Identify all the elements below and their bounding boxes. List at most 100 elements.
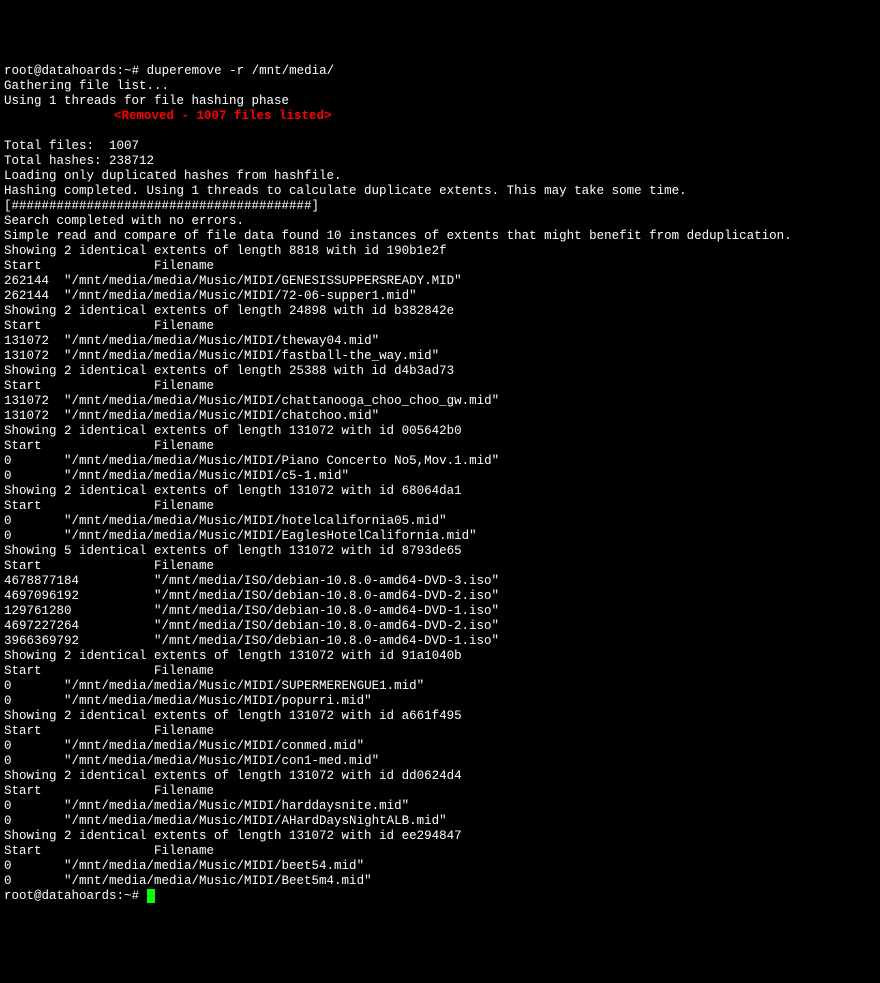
filename: "/mnt/media/ISO/debian-10.8.0-amd64-DVD-… <box>154 574 499 589</box>
col-start: Start <box>4 439 154 454</box>
extent-row: 0 "/mnt/media/media/Music/MIDI/SUPERMERE… <box>4 679 876 694</box>
removed-annotation: <Removed - 1007 files listed> <box>4 109 332 123</box>
filename: "/mnt/media/media/Music/MIDI/GENESISSUPP… <box>64 274 462 288</box>
filename: "/mnt/media/media/Music/MIDI/AHardDaysNi… <box>64 814 447 828</box>
filename: "/mnt/media/media/Music/MIDI/fastball-th… <box>64 349 439 363</box>
start-offset: 4678877184 <box>4 574 154 589</box>
extent-groups: Showing 2 identical extents of length 88… <box>4 244 876 889</box>
terminal-window[interactable]: root@datahoards:~# duperemove -r /mnt/me… <box>4 64 876 904</box>
extent-table-header: StartFilename <box>4 784 876 799</box>
extent-row: 4678877184"/mnt/media/ISO/debian-10.8.0-… <box>4 574 876 589</box>
filename: "/mnt/media/media/Music/MIDI/72-06-suppe… <box>64 289 417 303</box>
prompt-path: ~ <box>124 64 132 78</box>
extent-table-header: StartFilename <box>4 379 876 394</box>
extent-row: 4697096192"/mnt/media/ISO/debian-10.8.0-… <box>4 589 876 604</box>
start-offset: 0 <box>4 859 64 873</box>
filename: "/mnt/media/media/Music/MIDI/conmed.mid" <box>64 739 364 753</box>
filename: "/mnt/media/media/Music/MIDI/c5-1.mid" <box>64 469 349 483</box>
extent-row: 0 "/mnt/media/media/Music/MIDI/EaglesHot… <box>4 529 876 544</box>
col-filename: Filename <box>154 499 214 514</box>
extent-row: 0 "/mnt/media/media/Music/MIDI/Beet5m4.m… <box>4 874 876 889</box>
extent-group-header: Showing 2 identical extents of length 88… <box>4 244 447 258</box>
start-offset: 0 <box>4 454 64 468</box>
output-line: Hashing completed. Using 1 threads to ca… <box>4 184 687 198</box>
filename: "/mnt/media/media/Music/MIDI/hotelcalifo… <box>64 514 447 528</box>
prompt-line-final[interactable]: root@datahoards:~# <box>4 889 155 903</box>
filename: "/mnt/media/media/Music/MIDI/SUPERMERENG… <box>64 679 424 693</box>
extent-row: 4697227264"/mnt/media/ISO/debian-10.8.0-… <box>4 619 876 634</box>
filename: "/mnt/media/ISO/debian-10.8.0-amd64-DVD-… <box>154 604 499 619</box>
extent-table-header: StartFilename <box>4 664 876 679</box>
col-filename: Filename <box>154 664 214 679</box>
prompt-line: root@datahoards:~# duperemove -r /mnt/me… <box>4 64 334 78</box>
col-start: Start <box>4 259 154 274</box>
extent-row: 0 "/mnt/media/media/Music/MIDI/popurri.m… <box>4 694 876 709</box>
col-start: Start <box>4 559 154 574</box>
filename: "/mnt/media/ISO/debian-10.8.0-amd64-DVD-… <box>154 619 499 634</box>
extent-table-header: StartFilename <box>4 439 876 454</box>
filename: "/mnt/media/media/Music/MIDI/Beet5m4.mid… <box>64 874 372 888</box>
filename: "/mnt/media/media/Music/MIDI/chatchoo.mi… <box>64 409 379 423</box>
start-offset: 0 <box>4 514 64 528</box>
extent-row: 0 "/mnt/media/media/Music/MIDI/Piano Con… <box>4 454 876 469</box>
extent-row: 0 "/mnt/media/media/Music/MIDI/hotelcali… <box>4 514 876 529</box>
progress-bar: [#######################################… <box>4 199 319 213</box>
extent-row: 131072 "/mnt/media/media/Music/MIDI/chat… <box>4 394 876 409</box>
start-offset: 0 <box>4 739 64 753</box>
filename: "/mnt/media/media/Music/MIDI/beet54.mid" <box>64 859 364 873</box>
prompt-path: ~ <box>124 889 132 903</box>
start-offset: 131072 <box>4 349 64 363</box>
filename: "/mnt/media/media/Music/MIDI/EaglesHotel… <box>64 529 477 543</box>
filename: "/mnt/media/media/Music/MIDI/Piano Conce… <box>64 454 499 468</box>
extent-row: 131072 "/mnt/media/media/Music/MIDI/fast… <box>4 349 876 364</box>
output-line: Total hashes: 238712 <box>4 154 154 168</box>
start-offset: 0 <box>4 799 64 813</box>
start-offset: 4697227264 <box>4 619 154 634</box>
extent-group-header: Showing 2 identical extents of length 13… <box>4 829 462 843</box>
extent-row: 0 "/mnt/media/media/Music/MIDI/c5-1.mid" <box>4 469 876 484</box>
extent-row: 0 "/mnt/media/media/Music/MIDI/harddaysn… <box>4 799 876 814</box>
start-offset: 0 <box>4 679 64 693</box>
start-offset: 3966369792 <box>4 634 154 649</box>
start-offset: 4697096192 <box>4 589 154 604</box>
col-start: Start <box>4 379 154 394</box>
start-offset: 0 <box>4 529 64 543</box>
start-offset: 131072 <box>4 394 64 408</box>
start-offset: 0 <box>4 754 64 768</box>
extent-row: 129761280"/mnt/media/ISO/debian-10.8.0-a… <box>4 604 876 619</box>
extent-row: 0 "/mnt/media/media/Music/MIDI/AHardDays… <box>4 814 876 829</box>
command-text: duperemove -r /mnt/media/ <box>147 64 335 78</box>
extent-row: 0 "/mnt/media/media/Music/MIDI/beet54.mi… <box>4 859 876 874</box>
cursor-icon <box>147 889 155 903</box>
extent-group-header: Showing 2 identical extents of length 13… <box>4 769 462 783</box>
output-line: Total files: 1007 <box>4 139 139 153</box>
filename: "/mnt/media/media/Music/MIDI/con1-med.mi… <box>64 754 379 768</box>
col-start: Start <box>4 784 154 799</box>
start-offset: 129761280 <box>4 604 154 619</box>
extent-row: 262144 "/mnt/media/media/Music/MIDI/72-0… <box>4 289 876 304</box>
prompt-user: root@datahoards <box>4 64 117 78</box>
extent-group-header: Showing 2 identical extents of length 13… <box>4 709 462 723</box>
extent-row: 0 "/mnt/media/media/Music/MIDI/con1-med.… <box>4 754 876 769</box>
col-filename: Filename <box>154 439 214 454</box>
extent-row: 131072 "/mnt/media/media/Music/MIDI/chat… <box>4 409 876 424</box>
filename: "/mnt/media/media/Music/MIDI/theway04.mi… <box>64 334 379 348</box>
col-start: Start <box>4 844 154 859</box>
start-offset: 262144 <box>4 274 64 288</box>
extent-group-header: Showing 2 identical extents of length 25… <box>4 364 454 378</box>
col-filename: Filename <box>154 724 214 739</box>
col-filename: Filename <box>154 559 214 574</box>
filename: "/mnt/media/ISO/debian-10.8.0-amd64-DVD-… <box>154 634 499 649</box>
col-filename: Filename <box>154 844 214 859</box>
col-start: Start <box>4 499 154 514</box>
start-offset: 0 <box>4 469 64 483</box>
extent-table-header: StartFilename <box>4 844 876 859</box>
output-line: Search completed with no errors. <box>4 214 244 228</box>
filename: "/mnt/media/media/Music/MIDI/chattanooga… <box>64 394 499 408</box>
extent-table-header: StartFilename <box>4 259 876 274</box>
start-offset: 0 <box>4 694 64 708</box>
extent-group-header: Showing 2 identical extents of length 13… <box>4 424 462 438</box>
filename: "/mnt/media/media/Music/MIDI/harddaysnit… <box>64 799 409 813</box>
col-start: Start <box>4 724 154 739</box>
start-offset: 131072 <box>4 409 64 423</box>
